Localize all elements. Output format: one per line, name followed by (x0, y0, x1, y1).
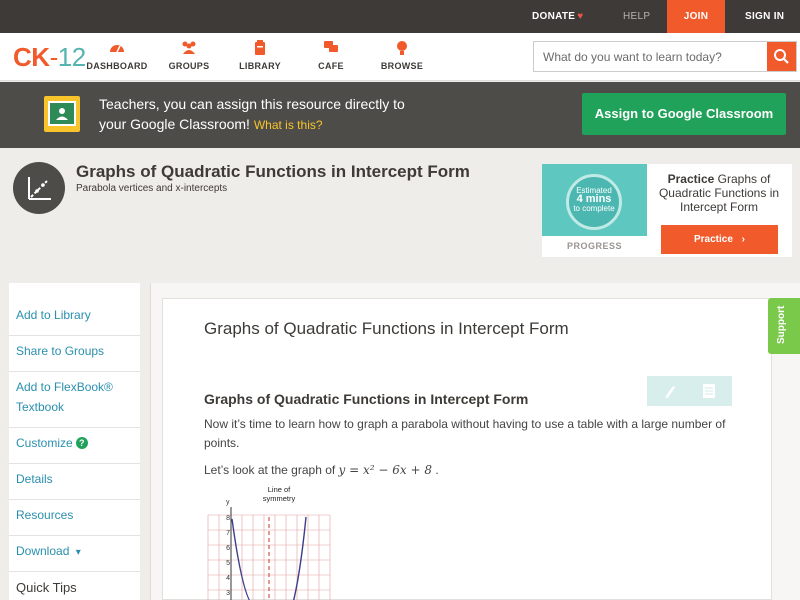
ck12-logo[interactable]: CK-12 (13, 43, 86, 71)
logo-dash: - (49, 42, 59, 72)
practice-card: Estimated 4 mins to complete PROGRESS Pr… (542, 164, 792, 257)
symmetry-label-line-2: symmetry (262, 494, 296, 503)
practice-button[interactable]: Practice › (661, 225, 778, 254)
symmetry-label-line-1: Line of (267, 485, 291, 494)
graph-axis-label: y (226, 499, 230, 506)
sidebar-item-resources[interactable]: Resources (16, 505, 73, 525)
progress-box: Estimated 4 mins to complete PROGRESS (542, 164, 647, 257)
sidebar-item-customize[interactable]: Customize? (16, 433, 88, 453)
estimate-circle: Estimated 4 mins to complete (566, 174, 622, 230)
sidebar-item-add-to-flexbook[interactable]: Add to FlexBook® (16, 377, 113, 397)
lesson-tools (647, 376, 732, 406)
graph-tick-labels: 8 7 6 5 4 3 2 (225, 511, 230, 600)
equation-prefix: Let’s look at the graph of (204, 463, 336, 477)
nav-dashboard-label: DASHBOARD (86, 61, 148, 71)
y-tick-label: 8 (226, 515, 230, 522)
pencil-icon[interactable] (663, 383, 677, 399)
y-tick-label: 6 (226, 545, 230, 552)
heart-icon: ♥ (577, 11, 584, 22)
section-title: Graphs of Quadratic Functions in Interce… (204, 391, 529, 407)
search-button[interactable] (767, 42, 796, 71)
sidebar: Add to Library Share to Groups Add to Fl… (9, 283, 140, 600)
banner-message: Teachers, you can assign this resource d… (99, 94, 499, 135)
line-of-symmetry-label: Line of symmetry (256, 485, 302, 503)
intro-paragraph: Now it’s time to learn how to graph a pa… (204, 417, 726, 450)
sidebar-divider (9, 499, 140, 500)
top-bar: DONATE ♥ HELP JOIN SIGN IN (0, 0, 800, 33)
support-tab[interactable]: Support (768, 298, 800, 354)
search-box (533, 41, 797, 72)
sidebar-item-add-to-library[interactable]: Add to Library (16, 305, 91, 325)
nav-groups-label: GROUPS (168, 61, 210, 71)
parabola-graph: y 8 7 6 5 4 3 2 Line of symmetry (204, 485, 344, 600)
lesson-heading: Graphs of Quadratic Functions in Interce… (204, 319, 569, 338)
equation-paragraph: Let’s look at the graph of y = x² − 6x +… (204, 461, 744, 480)
banner-line-2: your Google Classroom! (99, 116, 250, 132)
library-icon (225, 40, 295, 58)
nav-cafe[interactable]: CAFE (296, 40, 366, 71)
notes-icon[interactable] (702, 383, 716, 399)
concept-title: Graphs of Quadratic Functions in Interce… (76, 162, 470, 181)
sidebar-divider (9, 535, 140, 536)
browse-icon (367, 40, 437, 58)
support-label: Support (776, 305, 787, 344)
quick-tips-heading[interactable]: Quick Tips (16, 580, 77, 595)
y-tick-label: 7 (226, 530, 230, 537)
sidebar-item-download[interactable]: Download ▾ (16, 541, 81, 563)
equation-suffix: . (435, 463, 439, 477)
help-icon[interactable]: ? (75, 437, 88, 449)
concept-subtitle: Parabola vertices and x-intercepts (76, 183, 228, 194)
nav-cafe-label: CAFE (318, 61, 344, 71)
search-input[interactable] (534, 42, 768, 71)
y-tick-label: 5 (226, 560, 230, 567)
logo-ck: CK (13, 42, 50, 72)
donate-link[interactable]: DONATE ♥ (532, 0, 584, 33)
estimate-line-3: to complete (573, 204, 615, 213)
what-is-this-link[interactable]: What is this? (254, 118, 323, 132)
practice-button-label: Practice (693, 234, 733, 245)
assign-to-google-classroom-button[interactable]: Assign to Google Classroom (582, 93, 786, 135)
practice-description: Practice Graphs of Quadratic Functions i… (654, 172, 784, 214)
main-content: Graphs of Quadratic Functions in Interce… (150, 283, 800, 600)
lesson-card: Graphs of Quadratic Functions in Interce… (162, 298, 772, 600)
nav-browse[interactable]: BROWSE (367, 40, 437, 71)
nav-library-label: LIBRARY (239, 61, 281, 71)
nav-dashboard[interactable]: DASHBOARD (82, 40, 152, 71)
classroom-banner: Teachers, you can assign this resource d… (0, 82, 800, 148)
sidebar-item-flexbook-textbook[interactable]: Textbook (16, 397, 64, 417)
equation: y = x² − 6x + 8 (338, 463, 432, 477)
sidebar-divider (9, 571, 140, 572)
banner-line-1: Teachers, you can assign this resource d… (99, 96, 405, 112)
sidebar-divider (9, 427, 140, 428)
search-icon (774, 49, 789, 64)
sign-in-link[interactable]: SIGN IN (745, 0, 784, 33)
nav-browse-label: BROWSE (380, 61, 424, 71)
help-link[interactable]: HELP (623, 0, 650, 33)
y-tick-label: 3 (226, 590, 230, 597)
join-button[interactable]: JOIN (667, 0, 725, 33)
dashboard-icon (82, 40, 152, 58)
nav-groups[interactable]: GROUPS (154, 40, 224, 71)
donate-label: DONATE (532, 11, 576, 22)
sidebar-item-share-to-groups[interactable]: Share to Groups (16, 341, 104, 361)
nav-library[interactable]: LIBRARY (225, 40, 295, 71)
groups-icon (154, 40, 224, 58)
cafe-icon (296, 40, 366, 58)
estimate-minutes: 4 mins (576, 193, 612, 205)
customize-label: Customize (16, 436, 73, 450)
practice-bold: Practice (667, 172, 715, 186)
concept-graph-icon (13, 162, 65, 214)
sidebar-divider (9, 463, 140, 464)
y-tick-label: 4 (226, 575, 230, 582)
sidebar-divider (9, 335, 140, 336)
chevron-right-icon: › (741, 234, 746, 245)
sidebar-item-details[interactable]: Details (16, 469, 53, 489)
download-label: Download (16, 544, 70, 558)
main-nav: CK-12 DASHBOARD GROUPS LIBRARY CAFE BROW… (0, 33, 800, 81)
progress-label: PROGRESS (566, 241, 622, 251)
sidebar-divider (9, 371, 140, 372)
chevron-down-icon: ▾ (75, 547, 81, 558)
google-classroom-icon (44, 96, 80, 132)
progress-panel: Estimated 4 mins to complete (542, 164, 647, 236)
